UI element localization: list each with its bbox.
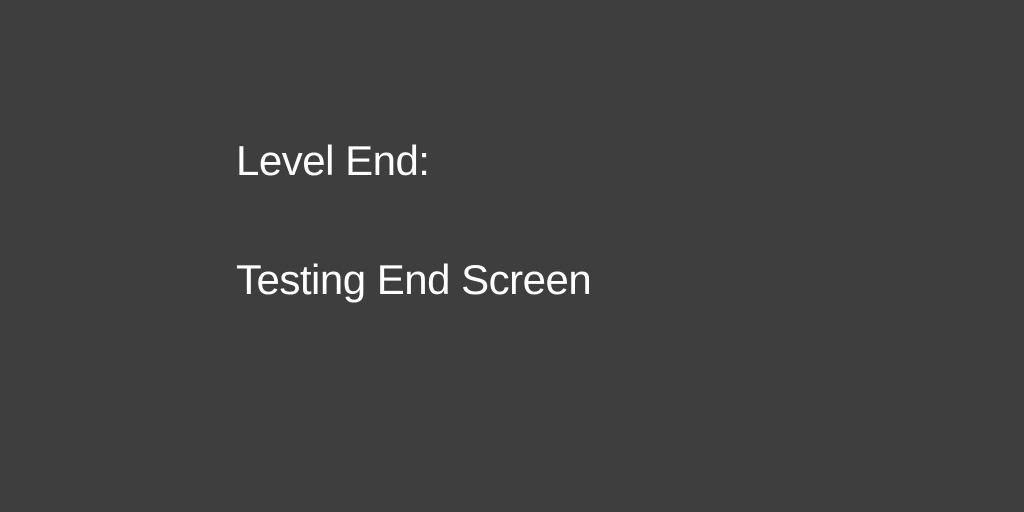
level-end-heading: Level End: <box>236 137 430 184</box>
level-end-screen: Level End: Testing End Screen <box>0 0 1024 512</box>
end-screen-message: Testing End Screen <box>236 256 592 303</box>
